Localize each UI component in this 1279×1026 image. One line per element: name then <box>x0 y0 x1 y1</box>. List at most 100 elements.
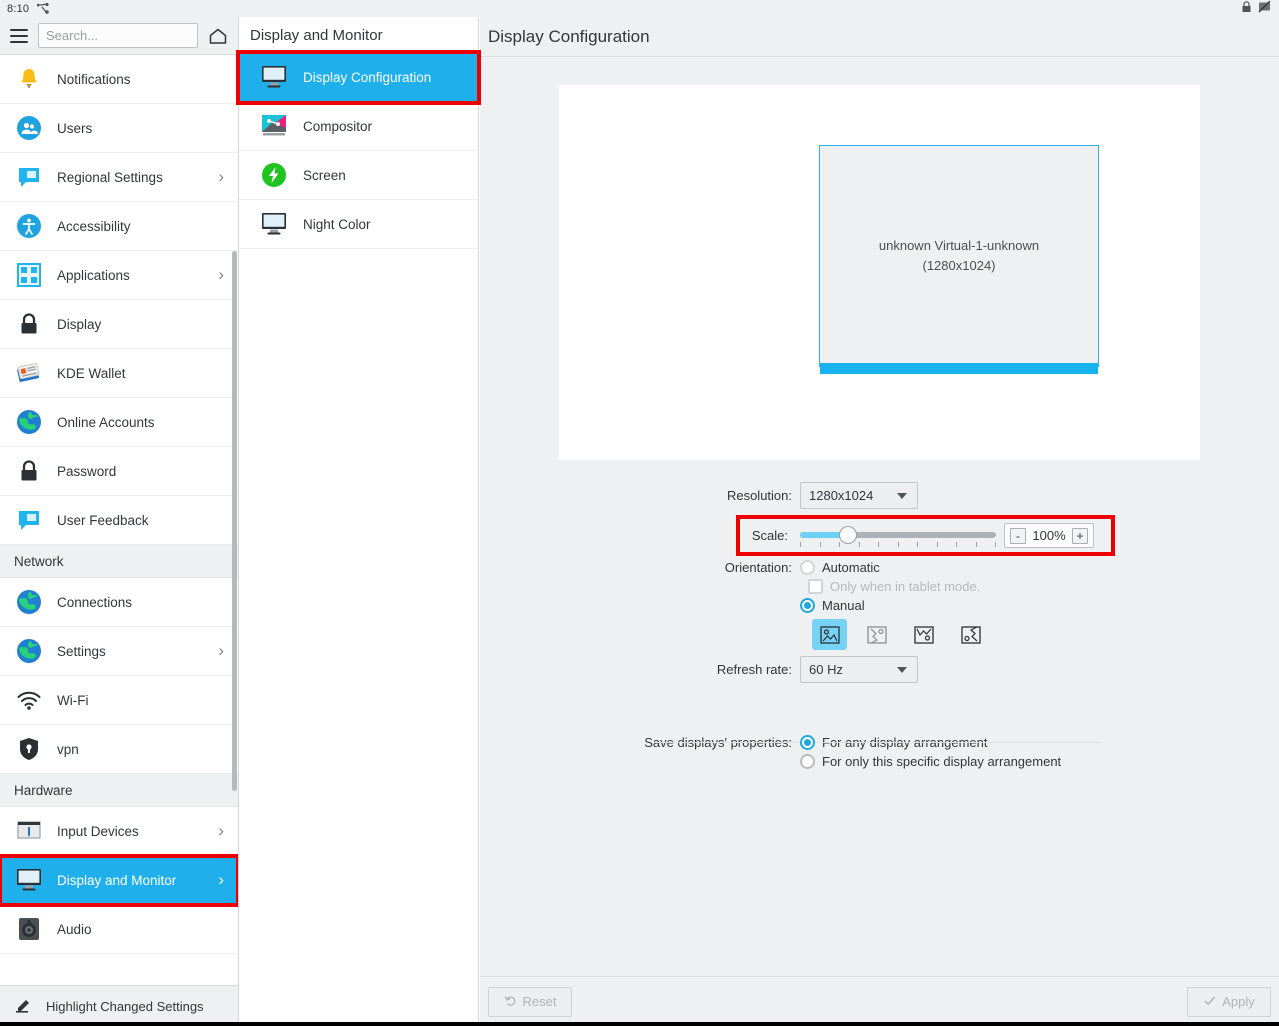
module-item-night-color[interactable]: Night Color <box>239 200 478 249</box>
settings-sidebar: Notifications Users Regional Settings › Acce… <box>0 17 239 1026</box>
speech-bubble-icon <box>14 163 43 192</box>
home-icon[interactable] <box>206 24 230 48</box>
module-item-label: Display Configuration <box>303 69 432 85</box>
monitor-icon <box>259 62 289 92</box>
lock-icon[interactable] <box>1241 1 1252 16</box>
sidebar-item-display[interactable]: Display <box>0 300 238 349</box>
sidebar-item-notifications[interactable]: Notifications <box>0 55 238 104</box>
sidebar-item-kde-wallet[interactable]: KDE Wallet <box>0 349 238 398</box>
sidebar-item-settings[interactable]: Settings › <box>0 627 238 676</box>
sidebar-item-label: Online Accounts <box>57 414 155 430</box>
input-device-icon <box>14 817 43 846</box>
sidebar-item-password[interactable]: Password <box>0 447 238 496</box>
scale-decrease-button[interactable]: - <box>1010 527 1026 544</box>
sidebar-item-online-accounts[interactable]: Online Accounts <box>0 398 238 447</box>
sidebar-item-connections[interactable]: Connections <box>0 578 238 627</box>
save-specific-arrangement-label: For only this specific display arrangeme… <box>822 754 1062 769</box>
speech-bubble-icon <box>14 506 43 535</box>
orientation-manual-radio[interactable] <box>800 598 815 613</box>
scale-spinbox[interactable]: - 100% + <box>1004 523 1094 548</box>
sidebar-item-users[interactable]: Users <box>0 104 238 153</box>
sidebar-item-label: Users <box>57 120 93 136</box>
orientation-manual-row: Manual <box>480 598 1279 613</box>
module-item-screen[interactable]: Screen <box>239 151 478 200</box>
orientation-automatic-radio[interactable] <box>800 560 815 575</box>
tablet-mode-label: Only when in tablet mode. <box>830 579 981 594</box>
save-specific-arrangement-radio[interactable] <box>800 754 815 769</box>
apply-button[interactable]: Apply <box>1187 986 1271 1017</box>
hamburger-menu-icon[interactable] <box>8 25 30 47</box>
globe-icon <box>14 408 43 437</box>
network-icon[interactable] <box>37 3 50 14</box>
resolution-dropdown[interactable]: 1280x1024 <box>800 482 918 509</box>
chevron-down-icon <box>897 666 907 673</box>
wallet-icon <box>14 359 43 388</box>
refresh-rate-row: Refresh rate: 60 Hz <box>480 656 1279 683</box>
search-input[interactable] <box>46 28 190 43</box>
refresh-rate-value: 60 Hz <box>809 662 843 677</box>
tablet-mode-checkbox[interactable] <box>808 579 823 594</box>
orientation-landscape-flipped-icon[interactable] <box>906 619 941 650</box>
sidebar-item-user-feedback[interactable]: User Feedback <box>0 496 238 545</box>
orientation-portrait-flipped-icon[interactable] <box>953 619 988 650</box>
speaker-icon <box>14 915 43 944</box>
display-settings-form: Resolution: 1280x1024 Scale: - 100% + Or… <box>480 482 1279 775</box>
reset-label: Reset <box>522 994 557 1009</box>
system-clock: 8:10 <box>7 2 30 15</box>
compositor-icon <box>259 111 289 141</box>
sidebar-item-vpn[interactable]: vpn <box>0 725 238 774</box>
system-status-bar: 8:10 <box>0 0 1279 17</box>
sidebar-item-audio[interactable]: Audio <box>0 905 238 954</box>
display-arrangement-preview[interactable]: unknown Virtual-1-unknown (1280x1024) <box>559 85 1200 460</box>
sidebar-item-input-devices[interactable]: Input Devices › <box>0 807 238 856</box>
display-preview-screen[interactable]: unknown Virtual-1-unknown (1280x1024) <box>819 145 1099 374</box>
scale-slider[interactable] <box>800 525 996 547</box>
wifi-icon <box>14 686 43 715</box>
sidebar-item-accessibility[interactable]: Accessibility <box>0 202 238 251</box>
search-field-wrapper[interactable] <box>38 23 198 48</box>
chevron-down-icon <box>897 492 907 499</box>
orientation-automatic-label: Automatic <box>822 560 880 575</box>
chevron-right-icon: › <box>218 167 224 186</box>
check-icon <box>1203 994 1216 1010</box>
sidebar-item-applications[interactable]: Applications › <box>0 251 238 300</box>
refresh-rate-dropdown[interactable]: 60 Hz <box>800 656 918 683</box>
display-off-icon[interactable] <box>1258 0 1271 16</box>
monitor-icon <box>14 866 43 895</box>
shield-key-icon <box>14 735 43 764</box>
accessibility-icon <box>14 212 43 241</box>
highlight-changed-settings-button[interactable]: Highlight Changed Settings <box>0 985 238 1026</box>
module-item-display-configuration[interactable]: Display Configuration <box>236 50 481 105</box>
scale-value: 100% <box>1032 528 1066 543</box>
bell-icon <box>14 65 43 94</box>
main-content: unknown Virtual-1-unknown (1280x1024) Re… <box>480 57 1279 976</box>
grid-apps-icon <box>14 261 43 290</box>
orientation-landscape-icon[interactable] <box>812 619 847 650</box>
reset-button[interactable]: Reset <box>488 986 572 1017</box>
sidebar-item-label: Notifications <box>57 71 131 87</box>
sidebar-item-label: Input Devices <box>57 823 139 839</box>
orientation-portrait-icon[interactable] <box>859 619 894 650</box>
scale-increase-button[interactable]: + <box>1072 527 1088 544</box>
sidebar-item-label: Regional Settings <box>57 169 163 185</box>
sidebar-scroll-area[interactable]: Notifications Users Regional Settings › Acce… <box>0 55 238 985</box>
sidebar-item-label: KDE Wallet <box>57 365 126 381</box>
sidebar-item-wi-fi[interactable]: Wi-Fi <box>0 676 238 725</box>
sidebar-item-display-and-monitor[interactable]: Display and Monitor › <box>0 854 238 907</box>
sidebar-item-regional-settings[interactable]: Regional Settings › <box>0 153 238 202</box>
save-any-arrangement-radio[interactable] <box>800 735 815 750</box>
lock-icon <box>14 457 43 486</box>
module-item-compositor[interactable]: Compositor <box>239 102 478 151</box>
sidebar-item-label: Applications <box>57 267 130 283</box>
monitor-icon <box>259 209 289 239</box>
refresh-rate-label: Refresh rate: <box>716 662 792 677</box>
save-properties-row-2: For only this specific display arrangeme… <box>480 754 1279 769</box>
sidebar-scrollbar[interactable] <box>232 251 237 791</box>
sidebar-item-label: Audio <box>57 921 92 937</box>
chevron-right-icon: › <box>218 641 224 660</box>
sidebar-item-label: Settings <box>57 643 106 659</box>
sidebar-item-label: User Feedback <box>57 512 149 528</box>
chevron-right-icon: › <box>218 870 224 889</box>
page-title: Display Configuration <box>480 17 1279 57</box>
sidebar-item-label: Connections <box>57 594 133 610</box>
